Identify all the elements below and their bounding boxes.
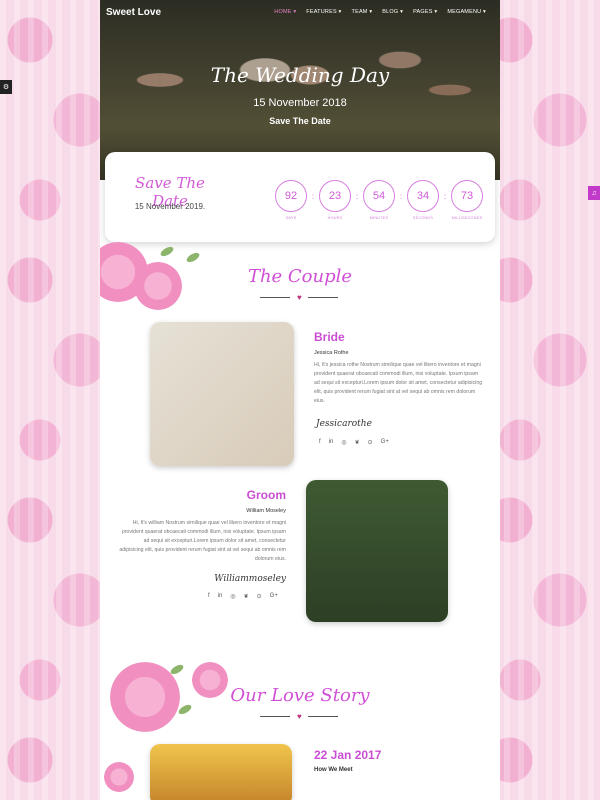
- music-toggle[interactable]: ♫: [588, 186, 600, 200]
- menu-pages[interactable]: PAGES ▾: [413, 9, 437, 15]
- menu-megamenu[interactable]: MEGAMENU ▾: [447, 9, 486, 15]
- top-nav: Sweet Love HOME ▾ FEATURES ▾ TEAM ▾ BLOG…: [100, 0, 500, 26]
- menu-home[interactable]: HOME ▾: [274, 9, 296, 15]
- counter-seconds: 34 SECONDS: [407, 180, 439, 220]
- bride-role: Bride: [314, 330, 345, 344]
- hero-save-the-date: Save The Date: [269, 116, 331, 126]
- bride-social-links: f in ◎ ❦ ⊙ G+: [319, 439, 389, 446]
- bride-signature: Jessicarothe: [316, 419, 372, 429]
- story-date: 22 Jan 2017: [314, 748, 382, 762]
- counter-days-value: 92: [275, 180, 307, 212]
- pinterest-icon[interactable]: ⊙: [257, 593, 262, 600]
- facebook-icon[interactable]: f: [208, 593, 210, 600]
- menu-team[interactable]: TEAM ▾: [352, 9, 373, 15]
- counter-minutes-value: 54: [363, 180, 395, 212]
- story-subtitle: How We Meet: [314, 767, 353, 773]
- groom-signature: Williammoseley: [214, 574, 286, 584]
- leaf-decoration-3: [169, 662, 185, 677]
- counter-seconds-label: SECONDS: [412, 216, 434, 220]
- leaf-decoration-2: [185, 250, 201, 265]
- menu-blog[interactable]: BLOG ▾: [382, 9, 403, 15]
- counter-milliseconds-label: MILLISECONDS: [451, 216, 483, 220]
- facebook-icon[interactable]: f: [319, 439, 321, 446]
- counter-milliseconds: 73 MILLISECONDS: [451, 180, 483, 220]
- groom-social-links: f in ◎ ❦ ⊙ G+: [208, 593, 278, 600]
- counter-hours-value: 23: [319, 180, 351, 212]
- main-page: Sweet Love HOME ▾ FEATURES ▾ TEAM ▾ BLOG…: [100, 0, 500, 800]
- google-plus-icon[interactable]: G+: [270, 593, 278, 600]
- linkedin-icon[interactable]: in: [218, 593, 223, 600]
- love-story-divider: ♥: [260, 712, 340, 721]
- settings-toggle[interactable]: ⚙: [0, 80, 12, 94]
- hero-title: The Wedding Day: [210, 63, 390, 87]
- counter-milliseconds-value: 73: [451, 180, 483, 212]
- flower-decoration-5: [104, 762, 134, 792]
- pinterest-icon[interactable]: ⊙: [368, 439, 373, 446]
- main-menu: HOME ▾ FEATURES ▾ TEAM ▾ BLOG ▾ PAGES ▾ …: [274, 9, 486, 15]
- groom-photo: [306, 480, 448, 622]
- twitter-icon[interactable]: ❦: [355, 439, 360, 446]
- counter-days-label: DAYS: [285, 216, 297, 220]
- countdown-date: 15 November 2019.: [134, 202, 206, 211]
- heart-icon: ♥: [297, 712, 302, 721]
- menu-features[interactable]: FEATURES ▾: [306, 9, 341, 15]
- counter-minutes: 54 MINUTES: [363, 180, 395, 220]
- heart-icon: ♥: [297, 293, 302, 302]
- groom-name: William Moseley: [246, 508, 286, 514]
- twitter-icon[interactable]: ❦: [244, 593, 249, 600]
- bride-bio: Hi, It's jessica rothe Nostrum similique…: [314, 362, 483, 404]
- bride-photo: [150, 322, 294, 466]
- countdown-card: Save The Date 15 November 2019. 92 DAYS …: [105, 152, 495, 242]
- groom-role: Groom: [246, 488, 286, 502]
- instagram-icon[interactable]: ◎: [230, 593, 235, 600]
- groom-bio: Hi, It's william Nostrum similique quae …: [119, 520, 286, 562]
- love-story-title: Our Love Story: [230, 685, 370, 706]
- counter-seconds-value: 34: [407, 180, 439, 212]
- love-story-photo: [150, 744, 292, 800]
- hero-date: 15 November 2018: [253, 97, 347, 109]
- counter-days: 92 DAYS: [275, 180, 307, 220]
- brand-logo[interactable]: Sweet Love: [106, 7, 161, 18]
- leaf-decoration-1: [159, 244, 175, 259]
- linkedin-icon[interactable]: in: [329, 439, 334, 446]
- google-plus-icon[interactable]: G+: [381, 439, 389, 446]
- counter-minutes-label: MINUTES: [369, 216, 389, 220]
- counter-hours: 23 HOURS: [319, 180, 351, 220]
- instagram-icon[interactable]: ◎: [341, 439, 346, 446]
- bride-name: Jessica Rothe: [314, 350, 349, 356]
- couple-divider: ♥: [260, 293, 340, 302]
- couple-section-title: The Couple: [247, 266, 353, 287]
- counter-hours-label: HOURS: [327, 216, 343, 220]
